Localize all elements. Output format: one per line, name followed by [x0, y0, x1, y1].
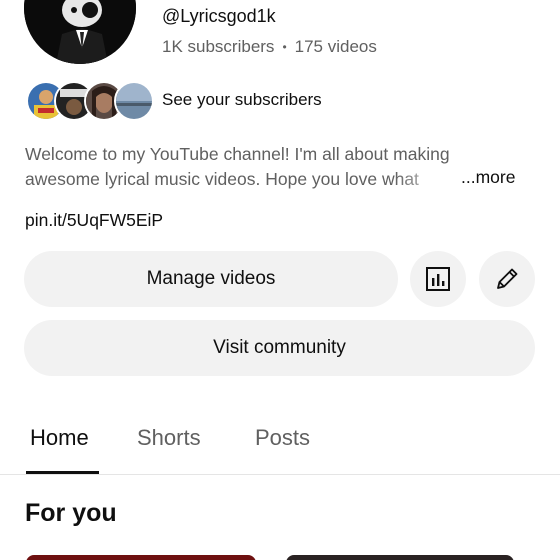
video-thumbnail[interactable] [286, 555, 514, 560]
manage-videos-button[interactable]: Manage videos [24, 251, 398, 307]
visit-community-label: Visit community [213, 337, 346, 358]
channel-link[interactable]: pin.it/5UqFW5EiP [25, 210, 163, 231]
tab-home[interactable]: Home [30, 425, 89, 451]
section-title: For you [25, 499, 117, 527]
analytics-button[interactable] [410, 251, 466, 307]
description-line-2-text: awesome lyrical music videos. Hope you l… [25, 169, 419, 189]
channel-description[interactable]: Welcome to my YouTube channel! I'm all a… [25, 142, 535, 192]
description-line-2: awesome lyrical music videos. Hope you l… [25, 167, 455, 192]
channel-tabs: Home Shorts Posts [0, 418, 560, 475]
subscriber-avatar-4 [114, 81, 154, 121]
analytics-icon [426, 267, 450, 291]
separator-dot: • [282, 40, 287, 54]
see-subscribers-link[interactable]: See your subscribers [162, 90, 322, 110]
description-line-1: Welcome to my YouTube channel! I'm all a… [25, 144, 450, 164]
tab-posts[interactable]: Posts [255, 425, 310, 451]
text-fade [395, 167, 455, 192]
video-count: 175 videos [294, 37, 377, 56]
channel-avatar[interactable] [24, 0, 136, 64]
manage-videos-label: Manage videos [146, 268, 276, 289]
subscriber-count: 1K subscribers [162, 37, 275, 56]
subscriber-avatars[interactable] [26, 81, 154, 121]
channel-stats: 1K subscribers • 175 videos [162, 37, 377, 57]
more-link[interactable]: ...more [461, 167, 515, 188]
video-thumbnail[interactable] [26, 555, 256, 560]
active-tab-indicator [26, 471, 99, 474]
channel-page: @Lyricsgod1k 1K subscribers • 175 videos… [0, 0, 560, 560]
pencil-icon [497, 268, 518, 289]
tab-shorts[interactable]: Shorts [137, 425, 201, 451]
edit-channel-button[interactable] [479, 251, 535, 307]
channel-handle: @Lyricsgod1k [162, 6, 276, 26]
visit-community-button[interactable]: Visit community [24, 320, 535, 376]
